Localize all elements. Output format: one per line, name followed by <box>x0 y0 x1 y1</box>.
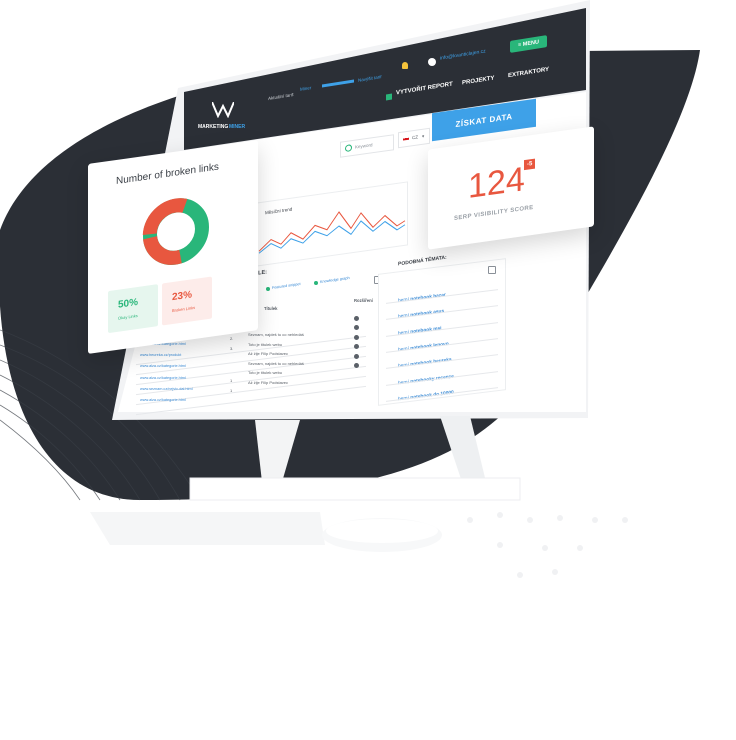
brand-accent: MINER <box>229 124 246 130</box>
result-position: 3. <box>230 346 234 352</box>
col-titulek: Titulek <box>264 306 278 311</box>
result-position: 2. <box>230 336 234 341</box>
result-url[interactable]: www.seznam.cz/nejvic-dal.html <box>140 387 193 391</box>
broken-links-value: 23% <box>172 289 193 304</box>
extension-icon <box>354 353 359 359</box>
knowledge-graph-icon <box>314 281 318 285</box>
result-url[interactable]: www.heureka.cz/produkt <box>140 353 181 357</box>
bell-icon[interactable] <box>402 62 408 69</box>
result-url[interactable]: www.alza.cz/kategorie.html <box>140 398 186 402</box>
menu-label: MENU <box>522 39 539 48</box>
avatar[interactable] <box>428 58 436 66</box>
result-title: Až žije Filip Podstavec <box>248 351 289 357</box>
broken-links-stat: 23% Broken Links <box>162 276 212 326</box>
okay-links-value: 50% <box>118 296 139 311</box>
extension-icon <box>354 316 359 321</box>
brand-logo[interactable]: MARKETING MINER <box>198 102 258 138</box>
result-position: 1 <box>230 388 233 393</box>
featured-snippet-icon <box>266 287 270 291</box>
logo-icon <box>212 102 234 118</box>
result-url[interactable]: www.alza.cz/kategorie.html <box>140 364 186 368</box>
result-title: Toto je titulek webu <box>248 341 283 347</box>
serp-score: 124 <box>468 160 525 207</box>
search-icon <box>345 144 352 153</box>
result-title: Až žije Filip Podstavec <box>248 380 289 385</box>
result-position: 1 <box>230 377 233 383</box>
serp-delta-badge: -5 <box>524 158 536 171</box>
okay-links-label: Okay Links <box>118 312 138 321</box>
copy-icon[interactable] <box>488 266 496 274</box>
extension-icon <box>354 334 359 340</box>
result-title: Seznam, najdeš tu co nehledáš <box>248 360 304 366</box>
country-value: CZ <box>412 134 418 141</box>
report-icon <box>386 93 392 101</box>
col-rozsireni: Rozšíření <box>354 298 373 303</box>
serp-label: SERP VISIBILITY SCORE <box>454 204 534 223</box>
brand-name: MARKETING <box>198 124 229 130</box>
keyword-placeholder: Keyword <box>355 142 373 150</box>
okay-links-stat: 50% Okay Links <box>108 284 158 334</box>
result-title: Toto je titulek webu <box>248 370 283 376</box>
chevron-down-icon: ▾ <box>422 133 425 139</box>
broken-links-label: Broken Links <box>172 304 196 314</box>
flag-cz-icon <box>403 135 409 141</box>
monitor-illustration <box>90 0 590 552</box>
broken-links-card: Number of broken links 50% Okay Links 23… <box>88 140 258 354</box>
result-title: Seznam, najdeš tu co nehledáš <box>248 332 304 337</box>
result-url[interactable]: www.alza.cz/kategorie.html <box>140 376 186 380</box>
